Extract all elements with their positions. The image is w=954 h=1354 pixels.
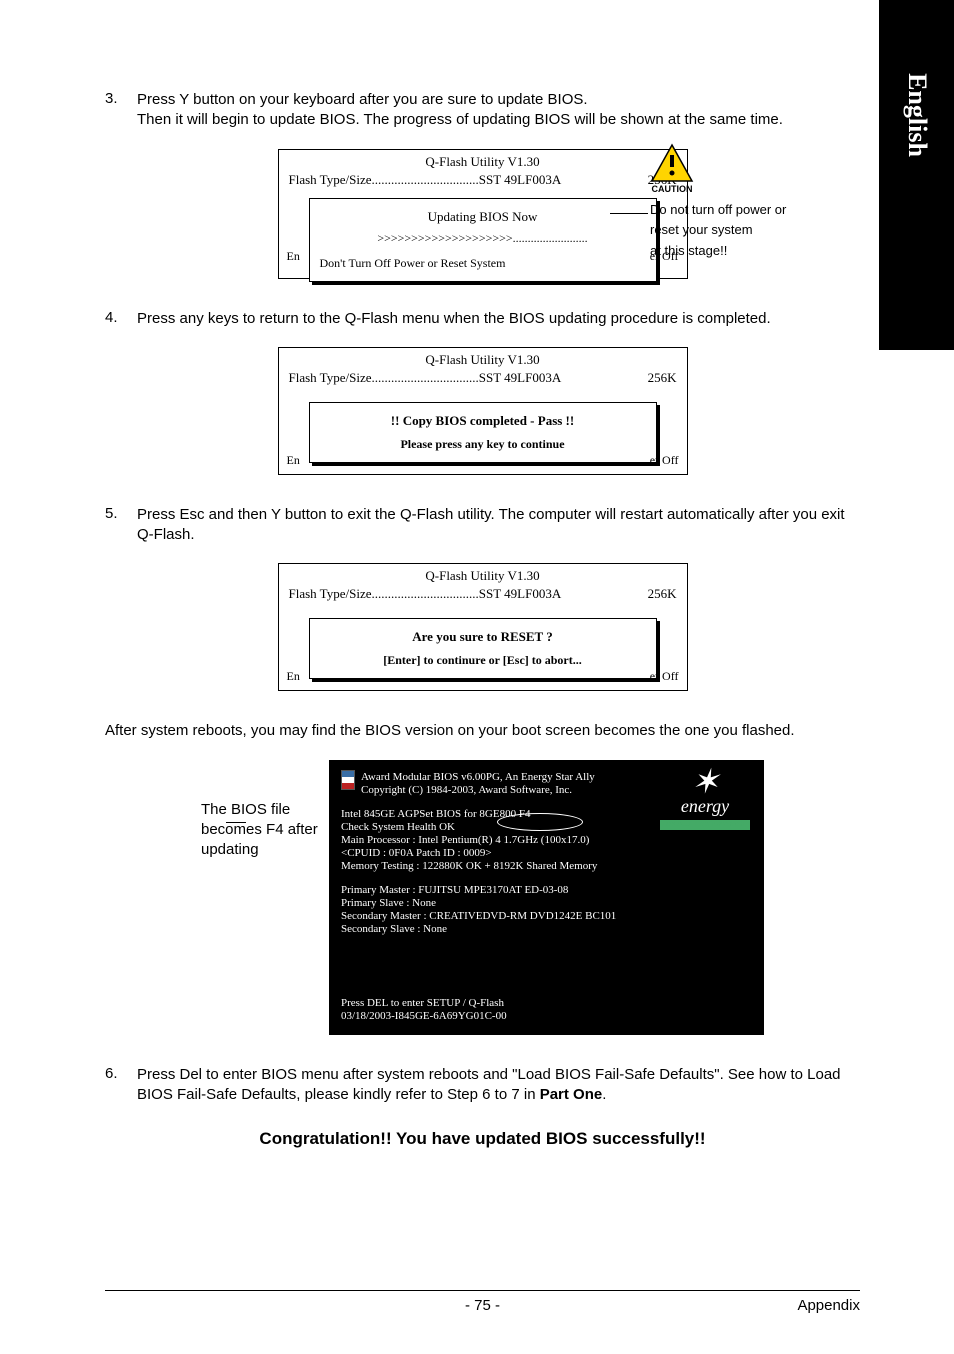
step-text: Press Esc and then Y button to exit the …: [137, 505, 860, 546]
updating-progress: >>>>>>>>>>>>>>>>>>>>....................…: [316, 231, 650, 246]
sidebar-language-tab: English: [879, 0, 954, 350]
qflash-inner-completed: !! Copy BIOS completed - Pass !! Please …: [309, 402, 657, 463]
qflash-title: Q-Flash Utility V1.30: [279, 348, 687, 370]
reset-sub: [Enter] to continure or [Esc] to abort..…: [316, 653, 650, 668]
qflash-foot-left: En: [287, 249, 300, 264]
qflash-typerow: Flash Type/Size.........................…: [279, 586, 687, 608]
energy-star-logo: ✶ energy EPA POLLUTION PREVENTER: [660, 770, 750, 842]
boot-line: <CPUID : 0F0A Patch ID : 0009>: [341, 847, 752, 859]
step-4: 4. Press any keys to return to the Q-Fla…: [105, 309, 860, 329]
page-content: 3. Press Y button on your keyboard after…: [105, 90, 860, 1149]
leader-line: [610, 213, 648, 214]
boot-screen-wrap: The BIOS file becomes F4 after updating …: [105, 760, 860, 1035]
flash-size: 256K: [627, 586, 677, 602]
boot-line: 03/18/2003-I845GE-6A69YG01C-00: [341, 1010, 752, 1022]
qflash-title: Q-Flash Utility V1.30: [279, 564, 687, 586]
step6-text-a: Press Del to enter BIOS menu after syste…: [137, 1066, 841, 1103]
page-number: - 75 -: [465, 1297, 500, 1314]
step-3: 3. Press Y button on your keyboard after…: [105, 90, 860, 131]
flash-size: 256K: [627, 370, 677, 386]
qflash-foot-left: En: [287, 453, 300, 468]
flash-type: Flash Type/Size.........................…: [289, 586, 627, 602]
reset-header: Are you sure to RESET ?: [316, 629, 650, 645]
step-text: Press any keys to return to the Q-Flash …: [137, 309, 860, 329]
qflash-box-4-wrap: Q-Flash Utility V1.30 Flash Type/Size...…: [105, 347, 860, 475]
caution-line3: at this stage!!: [650, 243, 727, 258]
qflash-foot-left: En: [287, 669, 300, 684]
boot-line: Memory Testing : 122880K OK + 8192K Shar…: [341, 860, 752, 872]
flash-type: Flash Type/Size.........................…: [289, 172, 627, 188]
qflash-box-4: Q-Flash Utility V1.30 Flash Type/Size...…: [278, 347, 688, 475]
boot-line: Secondary Master : CREATIVEDVD-RM DVD124…: [341, 910, 752, 922]
step-number: 5.: [105, 505, 137, 546]
award-ribbon-icon: [341, 770, 355, 790]
qflash-box-5: Q-Flash Utility V1.30 Flash Type/Size...…: [278, 563, 688, 691]
qflash-box-3: Q-Flash Utility V1.30 Flash Type/Size...…: [278, 149, 688, 279]
qflash-box-5-wrap: Q-Flash Utility V1.30 Flash Type/Size...…: [105, 563, 860, 691]
step3-line1: Press Y button on your keyboard after yo…: [137, 91, 588, 108]
step-text: Press Del to enter BIOS menu after syste…: [137, 1065, 860, 1106]
qflash-title: Q-Flash Utility V1.30: [279, 150, 687, 172]
boot-note: The BIOS file becomes F4 after updating: [201, 800, 321, 861]
boot-screen: ✶ energy EPA POLLUTION PREVENTER Award M…: [329, 760, 764, 1035]
boot-line: Secondary Slave : None: [341, 923, 752, 935]
step6-bold: Part One: [540, 1086, 603, 1103]
flash-type: Flash Type/Size.........................…: [289, 370, 627, 386]
qflash-foot-right: er Off: [650, 453, 679, 468]
page-footer: - 75 - Appendix: [105, 1290, 860, 1314]
caution-icon: [650, 143, 694, 183]
completed-header: !! Copy BIOS completed - Pass !!: [316, 413, 650, 429]
boot-line: Primary Slave : None: [341, 897, 752, 909]
step-text: Press Y button on your keyboard after yo…: [137, 90, 860, 131]
qflash-box-3-wrap: Q-Flash Utility V1.30 Flash Type/Size...…: [105, 149, 860, 279]
sidebar-language-label: English: [902, 73, 932, 157]
section-name: Appendix: [797, 1297, 860, 1314]
caution-line1: Do not turn off power or: [650, 202, 786, 217]
step6-text-b: .: [602, 1086, 606, 1103]
step-6: 6. Press Del to enter BIOS menu after sy…: [105, 1065, 860, 1106]
caution-label: CAUTION: [650, 184, 694, 194]
qflash-foot-right: er Off: [650, 669, 679, 684]
caution-callout: CAUTION Do not turn off power or reset y…: [650, 143, 850, 262]
boot-leader-line: [226, 822, 246, 823]
step-number: 4.: [105, 309, 137, 329]
qflash-inner-reset: Are you sure to RESET ? [Enter] to conti…: [309, 618, 657, 679]
qflash-typerow: Flash Type/Size.........................…: [279, 172, 687, 194]
caution-line2: reset your system: [650, 222, 753, 237]
qflash-typerow: Flash Type/Size.........................…: [279, 370, 687, 392]
completed-sub: Please press any key to continue: [316, 437, 650, 452]
step3-line2: Then it will begin to update BIOS. The p…: [137, 111, 783, 128]
congratulation-heading: Congratulation!! You have updated BIOS s…: [105, 1129, 860, 1149]
boot-line: Copyright (C) 1984-2003, Award Software,…: [361, 784, 595, 796]
step-number: 6.: [105, 1065, 137, 1106]
after-reboot-paragraph: After system reboots, you may find the B…: [105, 721, 860, 741]
updating-warning: Don't Turn Off Power or Reset System: [316, 256, 650, 271]
qflash-inner-updating: Updating BIOS Now >>>>>>>>>>>>>>>>>>>>..…: [309, 198, 657, 282]
boot-line: Primary Master : FUJITSU MPE3170AT ED-03…: [341, 884, 752, 896]
bios-version-highlight: [497, 813, 583, 831]
step-5: 5. Press Esc and then Y button to exit t…: [105, 505, 860, 546]
boot-line: Award Modular BIOS v6.00PG, An Energy St…: [361, 771, 595, 783]
step-number: 3.: [105, 90, 137, 131]
epa-bar: EPA POLLUTION PREVENTER: [660, 820, 750, 830]
boot-line: Press DEL to enter SETUP / Q-Flash: [341, 997, 752, 1009]
caution-text: Do not turn off power or reset your syst…: [650, 200, 850, 262]
updating-header: Updating BIOS Now: [316, 209, 650, 225]
energy-word: energy: [660, 796, 750, 817]
